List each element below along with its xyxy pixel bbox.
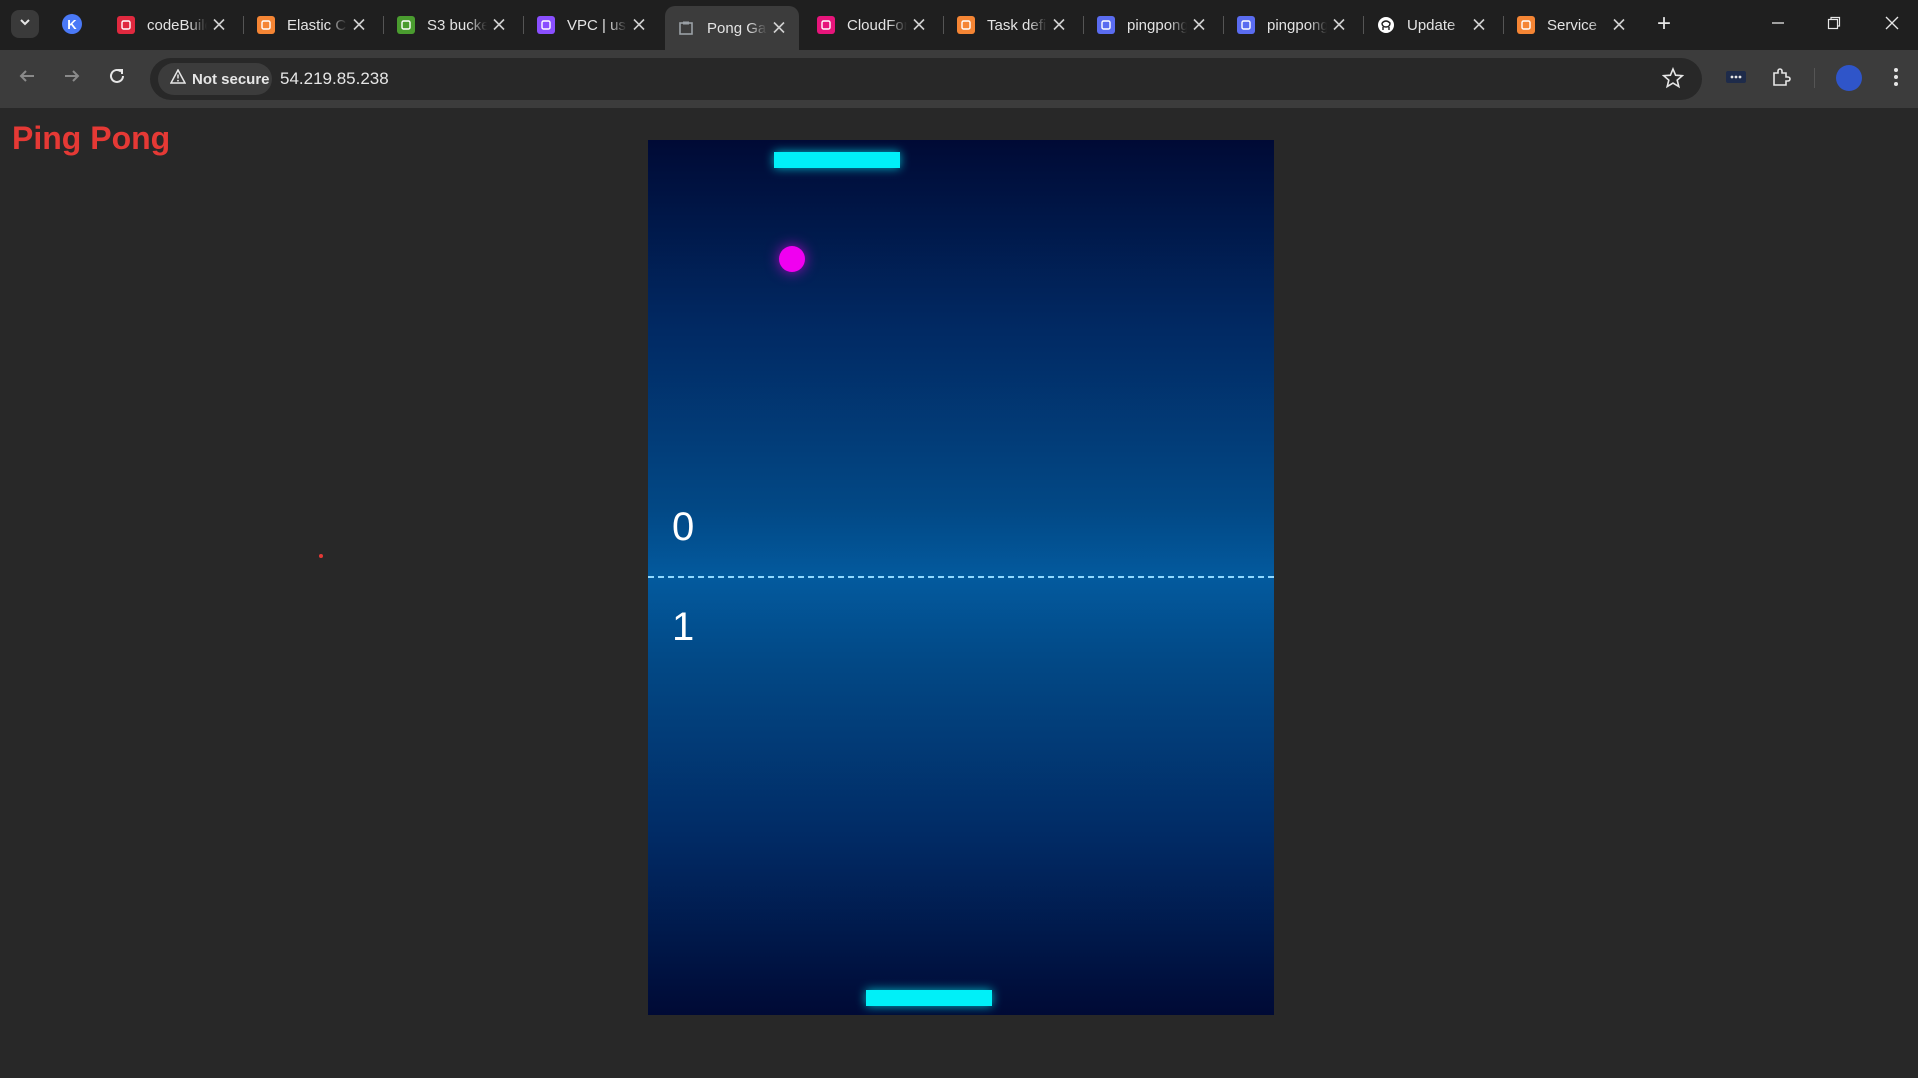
browser-menu-button[interactable] (1883, 66, 1909, 92)
profile-avatar[interactable] (1836, 65, 1862, 91)
warning-triangle-icon (169, 68, 187, 89)
tab-label: VPC | us (567, 16, 626, 34)
minimize-icon (1771, 14, 1785, 35)
restore-button[interactable] (1814, 10, 1854, 38)
close-tab-icon[interactable] (1053, 15, 1065, 36)
game-canvas[interactable]: 0 1 (648, 140, 1274, 1015)
url-text[interactable]: 54.219.85.238 (280, 69, 389, 89)
tab-separator (243, 16, 244, 34)
close-tab-icon[interactable] (1193, 15, 1205, 36)
bookmark-star-icon[interactable] (1661, 66, 1685, 95)
security-label: Not secure (192, 70, 270, 88)
tab-label: Service (1547, 16, 1598, 34)
close-icon (1885, 14, 1899, 35)
center-line (648, 576, 1274, 578)
page-title: Ping Pong (12, 120, 171, 156)
security-chip[interactable]: Not secure (158, 63, 272, 95)
tab-10[interactable]: Update (1365, 8, 1499, 42)
plus-icon: + (1656, 10, 1671, 37)
bottom-paddle (866, 990, 992, 1006)
address-bar[interactable]: Not secure 54.219.85.238 (150, 58, 1702, 100)
close-tab-icon[interactable] (1333, 15, 1345, 36)
tab-label: Update (1407, 16, 1456, 34)
ecs-icon (957, 16, 975, 34)
close-tab-icon[interactable] (353, 15, 365, 36)
restore-icon (1827, 14, 1841, 35)
tab-11[interactable]: Service (1505, 8, 1639, 42)
close-tab-icon[interactable] (493, 15, 505, 36)
top-paddle (774, 152, 900, 168)
score-top: 0 (672, 505, 695, 549)
close-tab-icon[interactable] (633, 15, 645, 36)
tab-separator (1503, 16, 1504, 34)
tab-label: S3 bucket (427, 16, 487, 34)
ecs-icon (257, 16, 275, 34)
forward-button[interactable] (59, 66, 85, 92)
s3-icon (397, 16, 415, 34)
tab-strip: K codeBuild Elastic Container S3 bucket VPC… (0, 0, 1918, 50)
tab-separator (1223, 16, 1224, 34)
ecr-icon (1097, 16, 1115, 34)
tab-label: Task definition (987, 16, 1047, 34)
close-tab-icon[interactable] (913, 15, 925, 36)
tab-label: Elastic Container (287, 16, 347, 34)
close-tab-icon[interactable] (1613, 15, 1625, 36)
tab-6[interactable]: CloudFormation (805, 8, 939, 42)
tab-label: pingpong (1267, 16, 1327, 34)
kebab-menu-icon (1893, 67, 1899, 92)
arrow-right-icon (63, 67, 81, 91)
ecr-icon (1237, 16, 1255, 34)
extension-button[interactable] (1723, 66, 1749, 92)
red-dot (319, 554, 323, 558)
tab-label: pingpong (1127, 16, 1187, 34)
browser-toolbar: Not secure 54.219.85.238 (0, 50, 1918, 108)
puzzle-icon (1771, 67, 1791, 92)
tab-search-button[interactable] (11, 10, 39, 38)
reload-button[interactable] (104, 66, 130, 92)
tab-7[interactable]: Task definition (945, 8, 1079, 42)
tab-separator (1363, 16, 1364, 34)
tab-1[interactable]: codeBuild (105, 8, 239, 42)
tab-4[interactable]: VPC | us (525, 8, 659, 42)
toolbar-divider (1814, 68, 1815, 88)
tab-label: CloudFormation (847, 16, 907, 34)
tab-9[interactable]: pingpong (1225, 8, 1359, 42)
score-bottom: 1 (672, 605, 695, 649)
tab-5[interactable]: Pong Game (665, 6, 799, 50)
vpc-icon (537, 16, 555, 34)
codebuild-icon (117, 16, 135, 34)
arrow-left-icon (18, 67, 36, 91)
tab-label: Pong Game (707, 19, 767, 37)
tab-3[interactable]: S3 bucket (385, 8, 519, 42)
extensions-menu-button[interactable] (1768, 66, 1794, 92)
minimize-button[interactable] (1758, 10, 1798, 38)
ecs-icon (1517, 16, 1535, 34)
github-icon (1377, 16, 1395, 34)
close-tab-icon[interactable] (1473, 15, 1485, 36)
reload-icon (108, 67, 126, 91)
cloudformation-icon (817, 16, 835, 34)
page-icon (677, 19, 695, 37)
back-button[interactable] (14, 66, 40, 92)
tab-separator (1083, 16, 1084, 34)
ball (779, 246, 805, 272)
tab-label: codeBuild (147, 16, 207, 34)
close-tab-icon[interactable] (773, 18, 785, 39)
close-tab-icon[interactable] (213, 15, 225, 36)
close-window-button[interactable] (1872, 10, 1912, 38)
chevron-down-icon (18, 15, 32, 34)
tab-8[interactable]: pingpong (1085, 8, 1219, 42)
new-tab-button[interactable]: + (1652, 10, 1676, 37)
tab-separator (943, 16, 944, 34)
pinned-tab-icon[interactable]: K (62, 14, 82, 34)
tab-separator (383, 16, 384, 34)
dots-box-icon (1725, 69, 1747, 90)
tab-separator (523, 16, 524, 34)
tab-2[interactable]: Elastic Container (245, 8, 379, 42)
